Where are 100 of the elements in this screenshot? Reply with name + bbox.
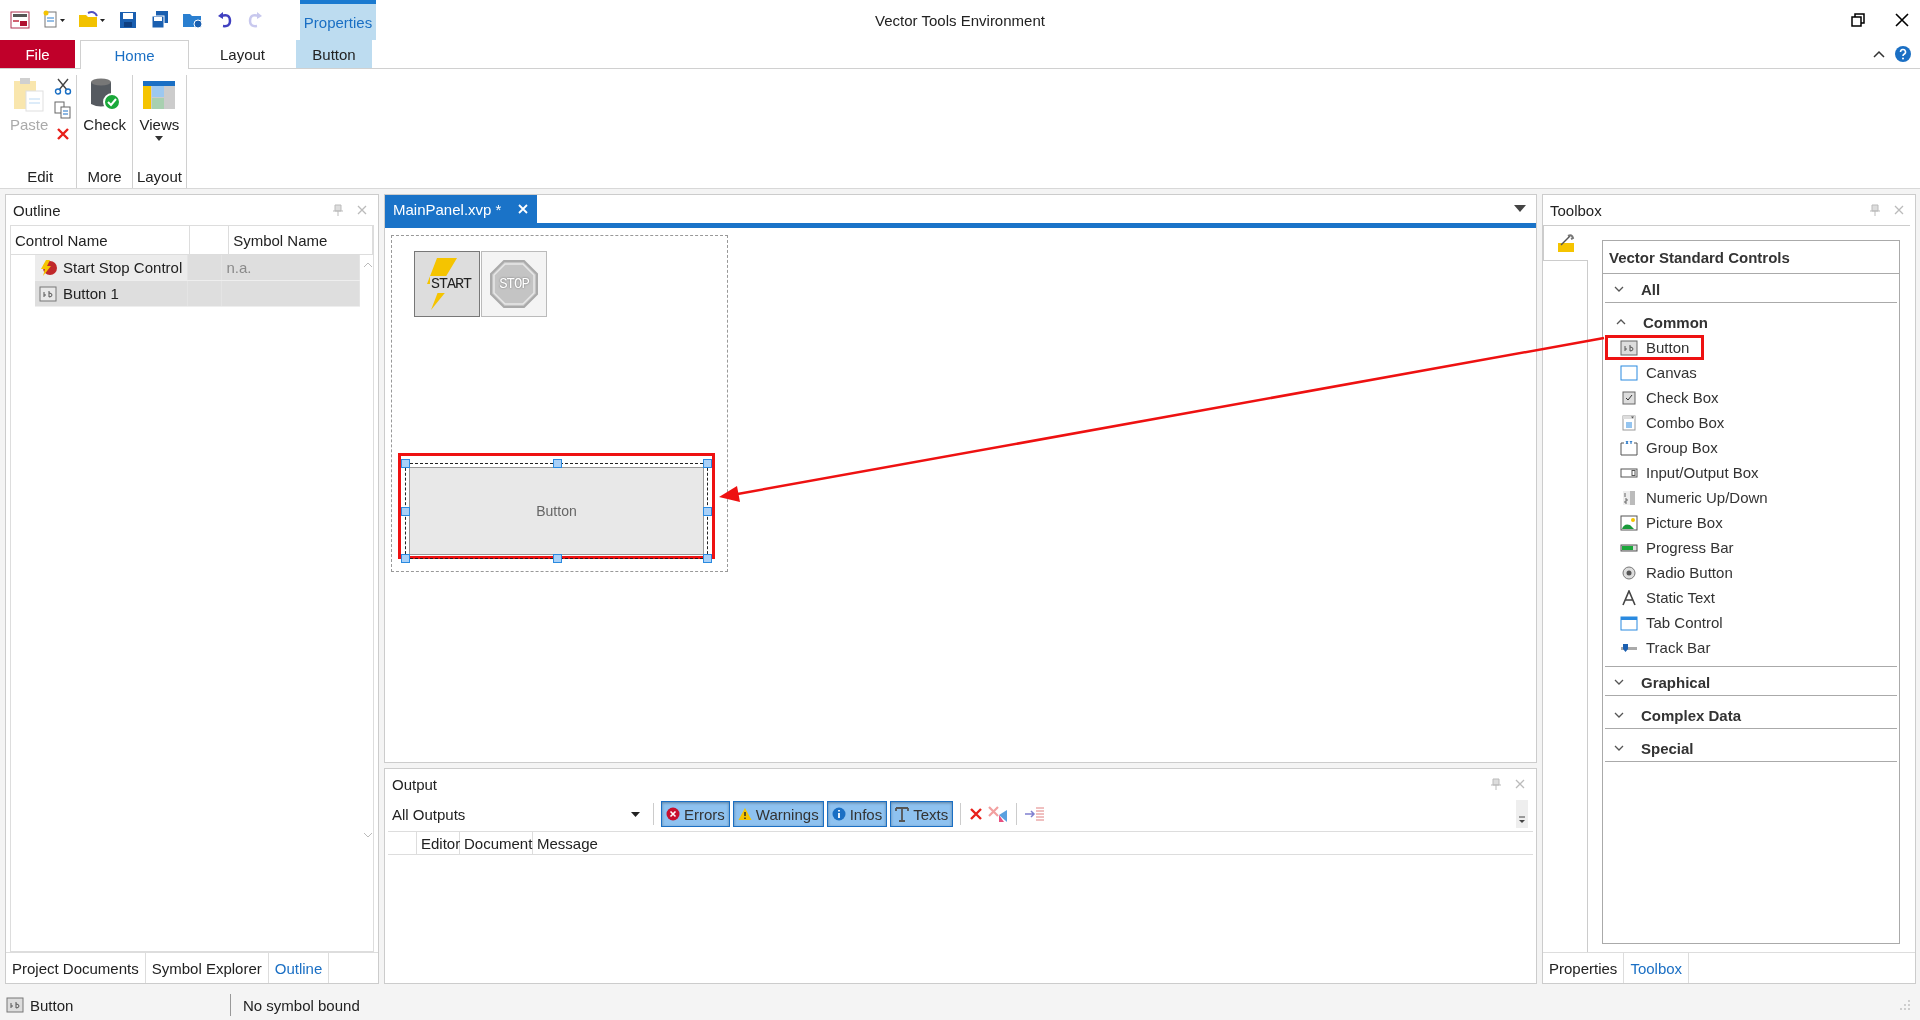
toolbox-item[interactable]: Progress Bar bbox=[1605, 535, 1749, 560]
button-control-icon bbox=[6, 997, 24, 1013]
resize-handle[interactable] bbox=[552, 459, 562, 468]
output-source-dropdown[interactable]: All Outputs bbox=[392, 805, 646, 823]
spinner-icon bbox=[1620, 489, 1638, 506]
toolbox-item[interactable]: Static Text bbox=[1605, 585, 1730, 610]
column-header[interactable]: Document bbox=[460, 832, 533, 854]
stop-sign-icon bbox=[489, 259, 539, 309]
checkbox-icon bbox=[1620, 389, 1638, 406]
tree-row[interactable]: Button 1 bbox=[35, 281, 360, 307]
pin-icon[interactable] bbox=[1490, 778, 1502, 790]
panel-tab[interactable]: Project Documents bbox=[6, 953, 146, 983]
close-icon[interactable] bbox=[1894, 12, 1910, 28]
cut-icon[interactable] bbox=[54, 77, 73, 95]
column-header[interactable]: Control Name bbox=[11, 226, 191, 254]
ribbon-button[interactable]: Views bbox=[137, 75, 182, 168]
category-header[interactable]: All bbox=[1605, 276, 1897, 303]
text-type-icon bbox=[895, 806, 910, 822]
go-to-list-icon[interactable] bbox=[1024, 805, 1047, 823]
dropdown-caret-icon bbox=[631, 811, 640, 817]
category-header[interactable]: Special bbox=[1605, 735, 1897, 762]
app-icon[interactable] bbox=[10, 10, 30, 30]
letter-a-icon bbox=[1620, 589, 1638, 606]
undo-icon[interactable] bbox=[216, 10, 234, 30]
start-button[interactable]: START bbox=[414, 251, 480, 317]
column-header[interactable]: Editor bbox=[417, 832, 460, 854]
resize-handle[interactable] bbox=[703, 507, 712, 516]
clipboard-icon bbox=[12, 77, 47, 113]
new-document-icon[interactable] bbox=[42, 10, 66, 30]
context-tab-header: Properties bbox=[300, 0, 376, 40]
category-header[interactable]: Graphical bbox=[1605, 669, 1897, 696]
resize-handle[interactable] bbox=[703, 459, 712, 468]
info-icon bbox=[831, 807, 846, 821]
button-control[interactable]: Button bbox=[409, 467, 704, 555]
window-title: Vector Tools Environment bbox=[875, 11, 1045, 29]
toolbox-item[interactable]: Track Bar bbox=[1605, 635, 1726, 660]
toolbox-item[interactable]: Combo Box bbox=[1605, 410, 1740, 435]
save-icon[interactable] bbox=[118, 10, 138, 30]
tab-control-icon bbox=[1620, 614, 1638, 631]
status-symbol: No symbol bound bbox=[243, 996, 360, 1014]
overflow-caret-icon[interactable] bbox=[1516, 800, 1528, 828]
error-icon bbox=[666, 807, 680, 821]
save-all-icon[interactable] bbox=[150, 10, 170, 30]
message-filter-button[interactable]: Errors bbox=[661, 801, 730, 827]
message-filter-button[interactable]: Texts bbox=[890, 801, 954, 827]
toolbox-item[interactable]: Picture Box bbox=[1605, 510, 1738, 535]
toolbox-side-tab[interactable] bbox=[1543, 226, 1588, 261]
canvas-icon bbox=[1620, 364, 1638, 381]
clear-icon[interactable] bbox=[968, 806, 985, 822]
button-control-icon bbox=[39, 285, 57, 302]
open-folder-icon[interactable] bbox=[78, 10, 106, 30]
ribbon-group-label: Layout bbox=[136, 168, 182, 187]
toolbox-item[interactable]: Group Box bbox=[1605, 435, 1733, 460]
pin-icon[interactable] bbox=[1869, 204, 1881, 216]
ribbon-button[interactable]: Check bbox=[81, 75, 128, 168]
ribbon-group-label: More bbox=[87, 168, 122, 187]
column-header[interactable]: Message bbox=[533, 832, 598, 854]
dropdown-caret-icon[interactable] bbox=[1514, 205, 1526, 213]
resize-handle[interactable] bbox=[401, 459, 410, 468]
control-name: Start Stop Control bbox=[63, 259, 183, 276]
pin-icon[interactable] bbox=[332, 204, 344, 216]
panel-tab[interactable]: Symbol Explorer bbox=[145, 953, 269, 983]
resize-grip-icon[interactable] bbox=[1900, 1000, 1910, 1010]
toolbox-item[interactable]: Radio Button bbox=[1605, 560, 1748, 585]
toolbox-item[interactable]: Check Box bbox=[1605, 385, 1734, 410]
message-filter-button[interactable]: Warnings bbox=[732, 801, 824, 827]
help-icon[interactable] bbox=[1894, 45, 1912, 63]
message-filter-button[interactable]: Infos bbox=[826, 801, 888, 827]
toolbox-item[interactable]: Tab Control bbox=[1605, 610, 1738, 635]
column-header[interactable]: Symbol Name bbox=[229, 226, 373, 254]
ribbon-tab[interactable]: Layout bbox=[189, 40, 296, 68]
document-tab[interactable]: MainPanel.xvp * bbox=[385, 195, 538, 223]
ribbon-tab[interactable]: Button bbox=[296, 40, 372, 68]
resize-handle[interactable] bbox=[401, 507, 410, 516]
toolbox-item[interactable]: Input/Output Box bbox=[1605, 460, 1774, 485]
category-header[interactable]: Common bbox=[1607, 309, 1895, 335]
ribbon-tab[interactable]: Home bbox=[80, 40, 189, 69]
clear-filtered-icon[interactable] bbox=[987, 805, 1010, 823]
panel-title: Toolbox bbox=[1550, 201, 1602, 219]
toolbox-icon bbox=[1556, 233, 1576, 253]
toolbox-item[interactable]: Numeric Up/Down bbox=[1605, 485, 1783, 510]
lightning-icon bbox=[39, 258, 57, 277]
copy-icon[interactable] bbox=[54, 101, 73, 119]
toolbox-item[interactable]: Button bbox=[1605, 335, 1705, 360]
warning-icon bbox=[737, 807, 752, 821]
panel-title: Outline bbox=[13, 201, 61, 219]
resize-handle[interactable] bbox=[401, 554, 410, 563]
status-control: Button bbox=[30, 996, 224, 1014]
panel-title: Output bbox=[392, 775, 438, 793]
radio-button-icon bbox=[1620, 564, 1638, 581]
restore-icon[interactable] bbox=[1850, 12, 1866, 28]
resize-handle[interactable] bbox=[703, 554, 712, 563]
toolbox-item[interactable]: Canvas bbox=[1605, 360, 1712, 385]
resize-handle[interactable] bbox=[552, 554, 562, 563]
combo-box-icon bbox=[1620, 414, 1638, 431]
button-control-icon bbox=[1620, 339, 1638, 356]
ribbon-tab[interactable]: File bbox=[0, 40, 75, 68]
category-header[interactable]: Complex Data bbox=[1605, 702, 1897, 729]
tree-row[interactable]: Start Stop Control n.a. bbox=[35, 255, 360, 281]
group-box-icon bbox=[1620, 439, 1638, 456]
